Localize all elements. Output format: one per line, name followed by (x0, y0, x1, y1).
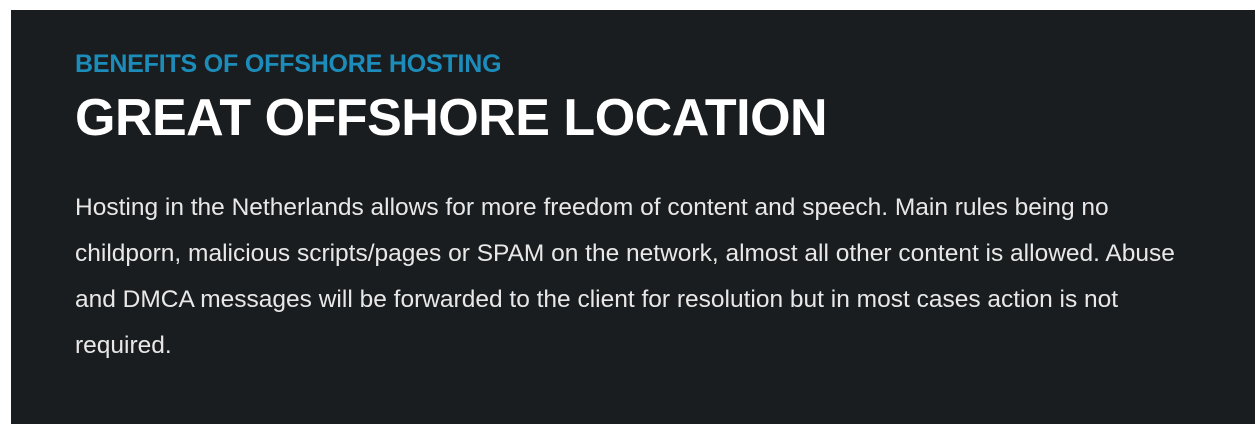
section-eyebrow: BENEFITS OF OFFSHORE HOSTING (75, 50, 502, 78)
offshore-benefits-panel: BENEFITS OF OFFSHORE HOSTING GREAT OFFSH… (11, 10, 1255, 424)
section-headline: GREAT OFFSHORE LOCATION (75, 89, 828, 147)
section-body-text: Hosting in the Netherlands allows for mo… (75, 194, 1175, 359)
